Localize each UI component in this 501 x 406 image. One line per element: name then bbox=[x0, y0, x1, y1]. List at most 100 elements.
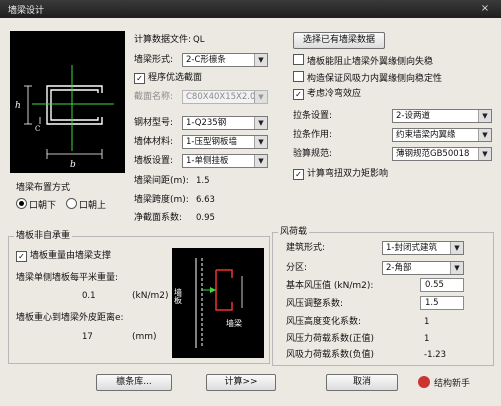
pull-label: 考虑冷弯效应 bbox=[307, 89, 362, 99]
wall-beam-svg: 墙板 墙梁 bbox=[174, 258, 243, 348]
span-label: 墙梁跨度(m): bbox=[134, 195, 189, 205]
wall-beam-figure: 墙板 墙梁 bbox=[172, 248, 264, 358]
unit-weight-input[interactable]: 0.1 bbox=[82, 290, 96, 302]
checkbox-checked-icon: ✓ bbox=[16, 251, 27, 262]
chevron-down-icon: ▼ bbox=[478, 148, 491, 160]
watermark-text: 结构新手 bbox=[434, 379, 471, 389]
radio-open-up-label: 口朝上 bbox=[79, 201, 107, 211]
steel-value: 1-Q235钢 bbox=[186, 118, 227, 128]
section-name-value: C80X40X15X2.0 bbox=[186, 92, 256, 102]
code-select[interactable]: 薄钢规范GB50018 ▼ bbox=[392, 147, 492, 161]
tie-func-select[interactable]: 约束墙梁内翼缘 ▼ bbox=[392, 128, 492, 142]
wall-material-value: 1-压型钢板墙 bbox=[186, 137, 237, 147]
section-b-label: b bbox=[70, 160, 76, 170]
calculate-button[interactable]: 计算>> bbox=[206, 374, 276, 391]
detail-label: 构造保证风吸力内翼缘侧向稳定性 bbox=[307, 74, 443, 84]
calc-file-label: 计算数据文件: bbox=[134, 35, 192, 45]
calc-file-value[interactable]: QL bbox=[193, 34, 204, 46]
section-name-label: 截面名称: bbox=[134, 92, 174, 102]
section-h-label: h bbox=[15, 101, 21, 111]
cancel-button[interactable]: 取消 bbox=[326, 374, 398, 391]
support-checkbox[interactable]: ✓ 墙板重量由墙梁支撑 bbox=[16, 250, 111, 262]
spacing-input[interactable]: 1.5 bbox=[196, 175, 210, 187]
bimoment-label: 计算弯扭双力矩影响 bbox=[307, 169, 389, 179]
beam-label: 墙梁 bbox=[226, 318, 242, 328]
code-label: 验算规范: bbox=[293, 149, 333, 159]
building-select[interactable]: 1-封闭式建筑 ▼ bbox=[382, 241, 464, 255]
panel-setup-select[interactable]: 1-单侧挂板 ▼ bbox=[182, 154, 268, 168]
building-value: 1-封闭式建筑 bbox=[386, 243, 437, 253]
close-button[interactable]: × bbox=[475, 2, 495, 15]
steel-select[interactable]: 1-Q235钢 ▼ bbox=[182, 116, 268, 130]
chevron-down-icon: ▼ bbox=[450, 242, 463, 254]
bimoment-checkbox[interactable]: ✓ 计算弯扭双力矩影响 bbox=[293, 168, 388, 180]
tie-func-value: 约束墙梁内翼缘 bbox=[396, 130, 456, 140]
tie-value: 2-设两道 bbox=[396, 111, 430, 121]
chevron-down-icon: ▼ bbox=[254, 155, 267, 167]
panel-setup-value: 1-单侧挂板 bbox=[186, 156, 229, 166]
prevent-label: 墙板能阻止墙梁外翼缘侧向失稳 bbox=[307, 57, 434, 67]
net-factor-input[interactable]: 0.95 bbox=[196, 212, 215, 224]
zone-select[interactable]: 2-角部 ▼ bbox=[382, 261, 464, 275]
chevron-down-icon: ▼ bbox=[450, 262, 463, 274]
library-button[interactable]: 檩条库... bbox=[96, 374, 172, 391]
zone-value: 2-角部 bbox=[386, 263, 412, 273]
optimize-checkbox[interactable]: ✓ 程序优选截面 bbox=[134, 72, 202, 84]
chevron-down-icon: ▼ bbox=[254, 54, 267, 66]
beam-shape-select[interactable]: 2-C形檩条 ▼ bbox=[182, 53, 268, 67]
center-dist-input[interactable]: 17 bbox=[82, 331, 93, 343]
radio-open-up[interactable]: 口朝上 bbox=[66, 198, 106, 212]
section-c-label: C bbox=[35, 125, 40, 133]
tie-select[interactable]: 2-设两道 ▼ bbox=[392, 109, 492, 123]
pressure-input[interactable]: 0.55 bbox=[420, 278, 464, 292]
span-input[interactable]: 6.63 bbox=[196, 194, 215, 206]
chevron-down-icon: ▼ bbox=[478, 110, 491, 122]
coef-neg-label: 风吸力荷载系数(负值) bbox=[286, 350, 375, 360]
unit-weight-label: 墙梁单侧墙板每平米重量: bbox=[16, 273, 119, 283]
coef-pos-label: 风压力荷载系数(正值) bbox=[286, 334, 375, 344]
chevron-down-icon: ▼ bbox=[254, 91, 267, 103]
checkbox-checked-icon: ✓ bbox=[134, 73, 145, 84]
radio-open-down[interactable]: 口朝下 bbox=[16, 198, 56, 212]
chevron-down-icon: ▼ bbox=[254, 136, 267, 148]
coef-pos-input[interactable]: 1 bbox=[424, 333, 429, 345]
panel-setup-label: 墙板设置: bbox=[134, 156, 174, 166]
checkbox-unchecked-icon bbox=[293, 71, 304, 82]
checkbox-checked-icon: ✓ bbox=[293, 169, 304, 180]
tie-label: 拉条设置: bbox=[293, 111, 333, 121]
section-name-select[interactable]: C80X40X15X2.0 ▼ bbox=[182, 90, 268, 104]
watermark-logo-icon bbox=[418, 376, 430, 388]
height-input[interactable]: 1 bbox=[424, 316, 429, 328]
detail-checkbox[interactable]: 构造保证风吸力内翼缘侧向稳定性 bbox=[293, 71, 442, 85]
pressure-label: 基本风压值 (kN/m2): bbox=[286, 281, 374, 291]
code-value: 薄钢规范GB50018 bbox=[396, 149, 470, 159]
checkbox-checked-icon: ✓ bbox=[293, 89, 304, 100]
spacing-label: 墙梁间距(m): bbox=[134, 176, 189, 186]
radio-open-down-label: 口朝下 bbox=[29, 201, 57, 211]
coef-neg-input[interactable]: -1.23 bbox=[424, 349, 446, 361]
pull-checkbox[interactable]: ✓ 考虑冷弯效应 bbox=[293, 88, 361, 100]
title-bar: 墙梁设计 × bbox=[0, 0, 501, 18]
chevron-down-icon: ▼ bbox=[478, 129, 491, 141]
height-label: 风压高度变化系数: bbox=[286, 317, 362, 327]
wall-material-select[interactable]: 1-压型钢板墙 ▼ bbox=[182, 135, 268, 149]
center-dist-unit: (mm) bbox=[132, 332, 157, 342]
prevent-checkbox[interactable]: 墙板能阻止墙梁外翼缘侧向失稳 bbox=[293, 54, 433, 68]
net-factor-label: 净截面系数: bbox=[134, 213, 183, 223]
chevron-down-icon: ▼ bbox=[254, 117, 267, 129]
window-title: 墙梁设计 bbox=[8, 6, 45, 16]
layout-title: 墙梁布置方式 bbox=[16, 183, 71, 193]
select-existing-button[interactable]: 选择已有墙梁数据 bbox=[293, 32, 385, 49]
beam-shape-label: 墙梁形式: bbox=[134, 55, 174, 65]
radio-selected-icon bbox=[16, 198, 27, 209]
section-diagram: h b C bbox=[10, 31, 125, 173]
optimize-label: 程序优选截面 bbox=[148, 73, 203, 83]
adjust-label: 风压调整系数: bbox=[286, 299, 344, 309]
self-weight-title: 墙板非自承重 bbox=[14, 230, 73, 242]
steel-label: 钢材型号: bbox=[134, 118, 174, 128]
building-label: 建筑形式: bbox=[286, 243, 326, 253]
c-section-svg: h b C bbox=[15, 65, 114, 170]
adjust-input[interactable]: 1.5 bbox=[420, 296, 464, 310]
radio-unselected-icon bbox=[66, 198, 77, 209]
dialog-window: 墙梁设计 × h b C 计算数据文件: QL 墙梁形式: 2-C形檩条 ▼ ✓… bbox=[0, 0, 501, 406]
